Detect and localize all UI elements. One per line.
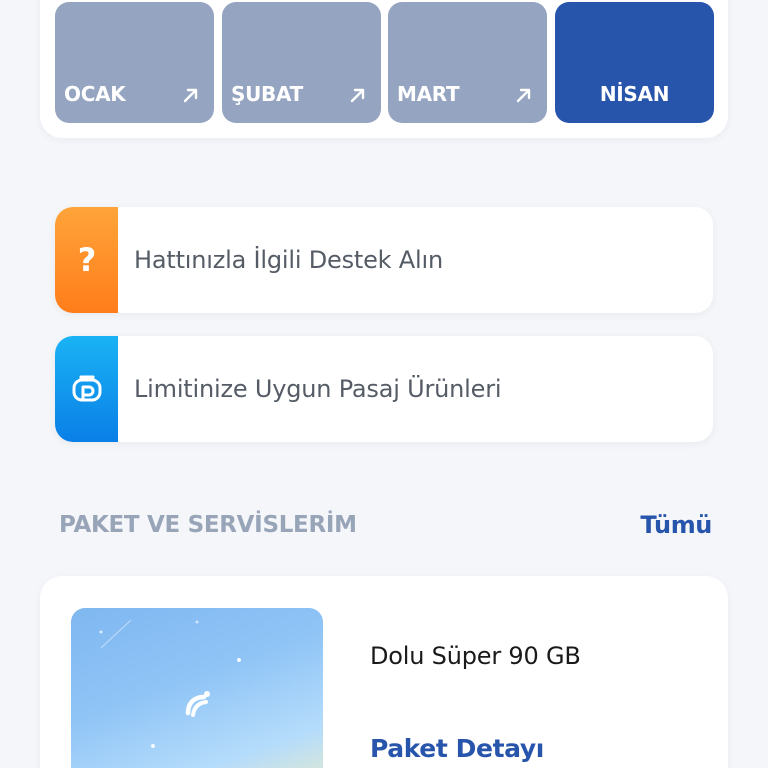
package-name: Dolu Süper 90 GB [370,642,581,670]
month-tile-nisan[interactable]: NİSAN [555,2,714,123]
arrow-up-right-icon [183,88,198,103]
package-detail-link[interactable]: Paket Detayı [370,734,544,763]
month-tile-mart[interactable]: MART [388,2,547,123]
pasaj-action-label: Limitinize Uygun Pasaj Ürünleri [134,375,502,403]
package-image [71,608,323,768]
pasaj-icon [55,336,118,442]
support-action-row[interactable]: ? Hattınızla İlgili Destek Alın [55,207,713,313]
turkcell-logo-icon [185,691,210,717]
svg-text:?: ? [77,242,96,278]
arrow-up-right-icon [350,88,365,103]
package-card[interactable]: Dolu Süper 90 GB Paket Detayı [40,576,728,768]
month-label: ŞUBAT [231,82,303,106]
pasaj-action-row[interactable]: Limitinize Uygun Pasaj Ürünleri [55,336,713,442]
month-selector-card: OCAK ŞUBAT MART NİSAN [40,0,728,138]
month-label: OCAK [64,82,126,106]
month-tile-subat[interactable]: ŞUBAT [222,2,381,123]
section-title: PAKET VE SERVİSLERİM [59,512,357,538]
month-label: NİSAN [599,82,670,106]
arrow-up-right-icon [516,88,531,103]
month-tile-ocak[interactable]: OCAK [55,2,214,123]
support-action-label: Hattınızla İlgili Destek Alın [134,246,443,274]
question-icon: ? [55,207,118,313]
month-label: MART [397,82,460,106]
see-all-link[interactable]: Tümü [640,511,712,539]
